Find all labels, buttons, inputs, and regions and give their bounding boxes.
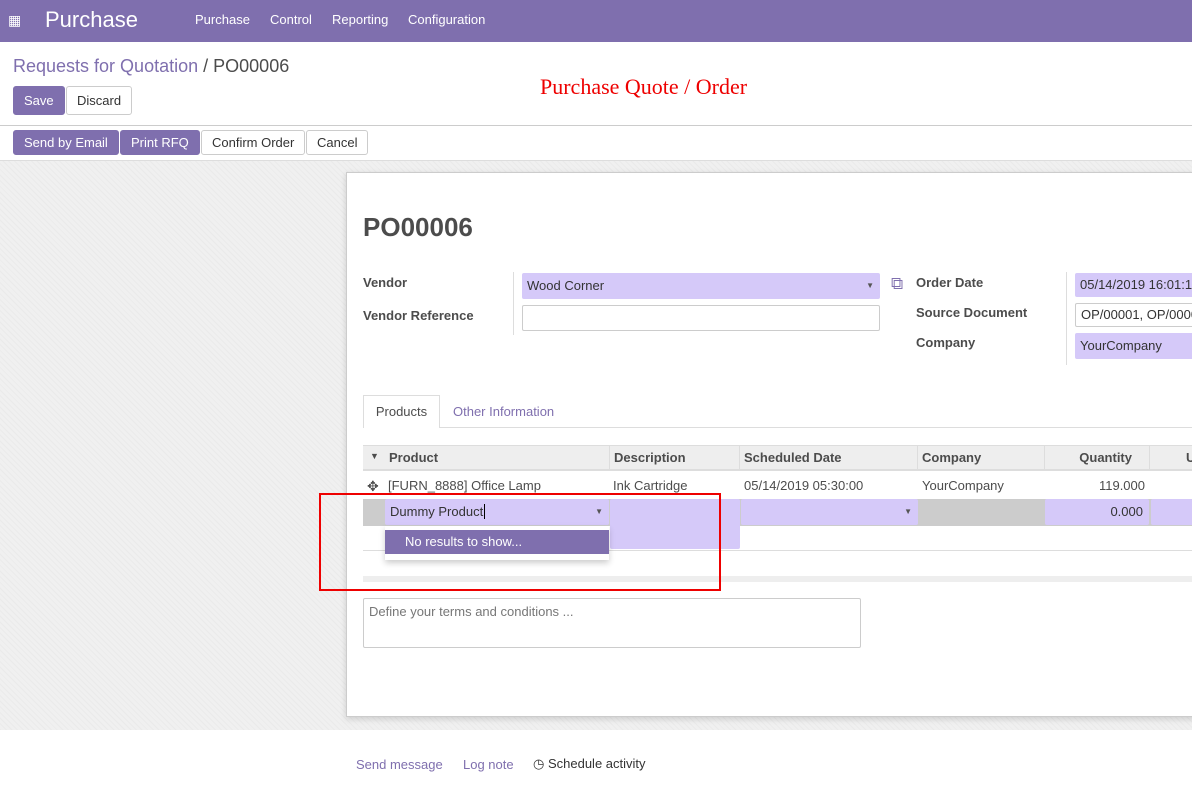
row-date[interactable]: 05/14/2019 05:30:00 [744,474,863,498]
vendor-select[interactable]: Wood Corner ▼ [522,273,880,299]
top-navbar: ▦ Purchase Purchase Control Reporting Co… [0,0,1192,42]
highlight-box [319,493,721,591]
schedule-activity-label: Schedule activity [547,756,646,771]
terms-textarea[interactable]: Define your terms and conditions ... [363,598,861,648]
company-label: Company [916,335,976,350]
col-product[interactable]: Product [385,445,610,471]
external-link-icon[interactable]: ⧉ [891,274,903,294]
col-scheduled-date[interactable]: Scheduled Date [740,445,918,471]
vendor-value: Wood Corner [527,278,605,293]
separator [1066,272,1067,365]
vendor-reference-input[interactable] [522,305,880,331]
save-button[interactable]: Save [13,86,65,115]
send-message-link[interactable]: Send message [356,757,443,772]
menu-purchase[interactable]: Purchase [195,12,250,27]
order-title: PO00006 [363,212,473,242]
breadcrumb-current: PO00006 [213,56,290,76]
vendor-label: Vendor [363,275,408,290]
tab-other-information[interactable]: Other Information [453,404,554,419]
log-note-link[interactable]: Log note [463,757,514,772]
col-description[interactable]: Description [610,445,740,471]
confirm-order-button[interactable]: Confirm Order [201,130,306,155]
source-document-input[interactable]: OP/00001, OP/0000 [1075,303,1192,327]
tabs-border [363,427,1192,428]
separator [513,272,514,335]
breadcrumb-separator: / [203,56,209,76]
order-date-input[interactable]: 05/14/2019 16:01:1 [1075,273,1192,297]
discard-button[interactable]: Discard [66,86,133,115]
chevron-down-icon: ▼ [904,507,912,516]
app-title: Purchase [45,7,138,32]
apps-menu-icon[interactable]: ▦ [8,12,21,29]
breadcrumb: Requests for Quotation / PO00006 [13,56,289,77]
col-unit[interactable]: U [1150,445,1192,471]
menu-control[interactable]: Control [270,12,312,27]
breadcrumb-parent[interactable]: Requests for Quotation [13,56,198,76]
schedule-activity-link[interactable]: ◷ Schedule activity [533,756,646,772]
divider [0,125,1192,126]
col-quantity[interactable]: Quantity [1045,445,1150,471]
send-by-email-button[interactable]: Send by Email [13,130,119,155]
clock-icon: ◷ [533,756,545,771]
sort-caret-icon[interactable]: ▼ [370,451,379,461]
order-date-label: Order Date [916,275,984,290]
annotation-title: Purchase Quote / Order [540,74,748,99]
tab-products[interactable]: Products [363,395,440,428]
chevron-down-icon: ▼ [866,281,874,290]
quantity-input[interactable]: 0.000 [1045,499,1149,525]
company-select[interactable]: YourCompany [1075,333,1192,359]
menu-reporting[interactable]: Reporting [332,12,388,27]
row-company[interactable]: YourCompany [922,474,1004,498]
row-quantity[interactable]: 119.000 [1045,474,1145,498]
vendor-reference-label: Vendor Reference [363,308,474,323]
unit-input[interactable] [1151,499,1192,525]
source-document-label: Source Document [916,305,1028,320]
print-rfq-button[interactable]: Print RFQ [120,130,200,155]
scheduled-date-input[interactable]: ▼ [741,499,918,525]
menu-configuration[interactable]: Configuration [408,12,485,27]
col-company[interactable]: Company [918,445,1045,471]
cancel-button[interactable]: Cancel [306,130,369,155]
